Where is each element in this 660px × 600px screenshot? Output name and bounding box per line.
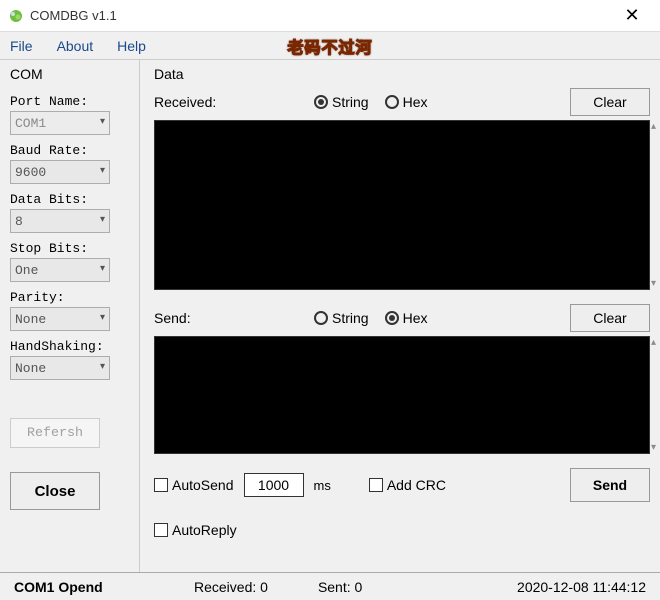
stop-bits-select[interactable]: One ▾ bbox=[10, 258, 110, 282]
tx-mode-group: String Hex bbox=[314, 310, 427, 326]
radio-icon bbox=[314, 311, 328, 325]
radio-icon bbox=[385, 311, 399, 325]
autosend-checkbox[interactable]: AutoSend bbox=[154, 477, 234, 493]
tx-string-label: String bbox=[332, 310, 369, 326]
handshake-label: HandShaking: bbox=[10, 339, 129, 354]
autoreply-label: AutoReply bbox=[172, 522, 237, 538]
rx-scrollbar[interactable]: ▴ ▾ bbox=[651, 121, 660, 289]
com-panel: COM Port Name: COM1 ▾ Baud Rate: 9600 ▾ … bbox=[0, 60, 140, 572]
stop-bits-value: One bbox=[15, 263, 38, 278]
handshake-value: None bbox=[15, 361, 46, 376]
port-name-label: Port Name: bbox=[10, 94, 129, 109]
checkbox-icon bbox=[369, 478, 383, 492]
status-received: Received: 0 bbox=[194, 579, 268, 595]
port-name-value: COM1 bbox=[15, 116, 46, 131]
rx-mode-string[interactable]: String bbox=[314, 94, 369, 110]
client-area: COM Port Name: COM1 ▾ Baud Rate: 9600 ▾ … bbox=[0, 60, 660, 572]
tx-hex-label: Hex bbox=[403, 310, 428, 326]
stop-bits-label: Stop Bits: bbox=[10, 241, 129, 256]
data-panel: Data Received: String Hex Clear ▴ ▾ bbox=[140, 60, 660, 572]
autosend-label: AutoSend bbox=[172, 477, 234, 493]
status-bar: COM1 Opend Received: 0 Sent: 0 2020-12-0… bbox=[0, 572, 660, 600]
rx-mode-hex[interactable]: Hex bbox=[385, 94, 428, 110]
window-close-button[interactable]: ✕ bbox=[612, 0, 652, 32]
rx-string-label: String bbox=[332, 94, 369, 110]
chevron-down-icon: ▾ bbox=[100, 165, 105, 177]
send-textarea[interactable]: ▴ ▾ bbox=[154, 336, 650, 454]
status-port: COM1 Opend bbox=[14, 579, 144, 595]
send-options: AutoSend ms Add CRC Send AutoReply bbox=[154, 464, 650, 538]
addcrc-label: Add CRC bbox=[387, 477, 446, 493]
data-bits-label: Data Bits: bbox=[10, 192, 129, 207]
scroll-up-icon: ▴ bbox=[651, 121, 660, 132]
radio-icon bbox=[314, 95, 328, 109]
baud-rate-value: 9600 bbox=[15, 165, 46, 180]
chevron-down-icon: ▾ bbox=[100, 263, 105, 275]
parity-select[interactable]: None ▾ bbox=[10, 307, 110, 331]
tx-clear-button[interactable]: Clear bbox=[570, 304, 650, 332]
autosend-unit: ms bbox=[314, 478, 331, 493]
baud-rate-select[interactable]: 9600 ▾ bbox=[10, 160, 110, 184]
autosend-interval-input[interactable] bbox=[244, 473, 304, 497]
tx-scrollbar[interactable]: ▴ ▾ bbox=[651, 337, 660, 453]
addcrc-checkbox[interactable]: Add CRC bbox=[369, 477, 446, 493]
rx-clear-button[interactable]: Clear bbox=[570, 88, 650, 116]
scroll-down-icon: ▾ bbox=[651, 278, 660, 289]
tx-mode-string[interactable]: String bbox=[314, 310, 369, 326]
menu-about[interactable]: About bbox=[57, 38, 94, 54]
rx-hex-label: Hex bbox=[403, 94, 428, 110]
send-header: Send: String Hex Clear bbox=[154, 304, 650, 332]
refresh-button[interactable]: Refersh bbox=[10, 418, 100, 448]
scroll-down-icon: ▾ bbox=[651, 442, 660, 453]
received-label: Received: bbox=[154, 94, 304, 110]
status-timestamp: 2020-12-08 11:44:12 bbox=[517, 579, 646, 595]
menu-bar: File About Help 老码不过河 bbox=[0, 32, 660, 60]
data-bits-value: 8 bbox=[15, 214, 23, 229]
handshake-select[interactable]: None ▾ bbox=[10, 356, 110, 380]
chevron-down-icon: ▾ bbox=[100, 116, 105, 128]
title-bar: COMDBG v1.1 ✕ bbox=[0, 0, 660, 32]
watermark-text: 老码不过河 bbox=[287, 34, 372, 58]
status-sent: Sent: 0 bbox=[318, 579, 362, 595]
radio-icon bbox=[385, 95, 399, 109]
menu-file[interactable]: File bbox=[10, 38, 33, 54]
checkbox-icon bbox=[154, 523, 168, 537]
send-button[interactable]: Send bbox=[570, 468, 650, 502]
tx-mode-hex[interactable]: Hex bbox=[385, 310, 428, 326]
close-port-button[interactable]: Close bbox=[10, 472, 100, 510]
chevron-down-icon: ▾ bbox=[100, 214, 105, 226]
chevron-down-icon: ▾ bbox=[100, 312, 105, 324]
com-group-label: COM bbox=[10, 66, 129, 82]
baud-rate-label: Baud Rate: bbox=[10, 143, 129, 158]
autoreply-checkbox[interactable]: AutoReply bbox=[154, 522, 237, 538]
window-title: COMDBG v1.1 bbox=[30, 8, 117, 23]
send-label: Send: bbox=[154, 310, 304, 326]
chevron-down-icon: ▾ bbox=[100, 361, 105, 373]
received-textarea[interactable]: ▴ ▾ bbox=[154, 120, 650, 290]
rx-mode-group: String Hex bbox=[314, 94, 427, 110]
parity-label: Parity: bbox=[10, 290, 129, 305]
parity-value: None bbox=[15, 312, 46, 327]
menu-help[interactable]: Help bbox=[117, 38, 146, 54]
port-name-select[interactable]: COM1 ▾ bbox=[10, 111, 110, 135]
scroll-up-icon: ▴ bbox=[651, 337, 660, 348]
data-bits-select[interactable]: 8 ▾ bbox=[10, 209, 110, 233]
data-group-label: Data bbox=[154, 66, 650, 82]
received-header: Received: String Hex Clear bbox=[154, 88, 650, 116]
app-icon bbox=[8, 8, 24, 24]
checkbox-icon bbox=[154, 478, 168, 492]
